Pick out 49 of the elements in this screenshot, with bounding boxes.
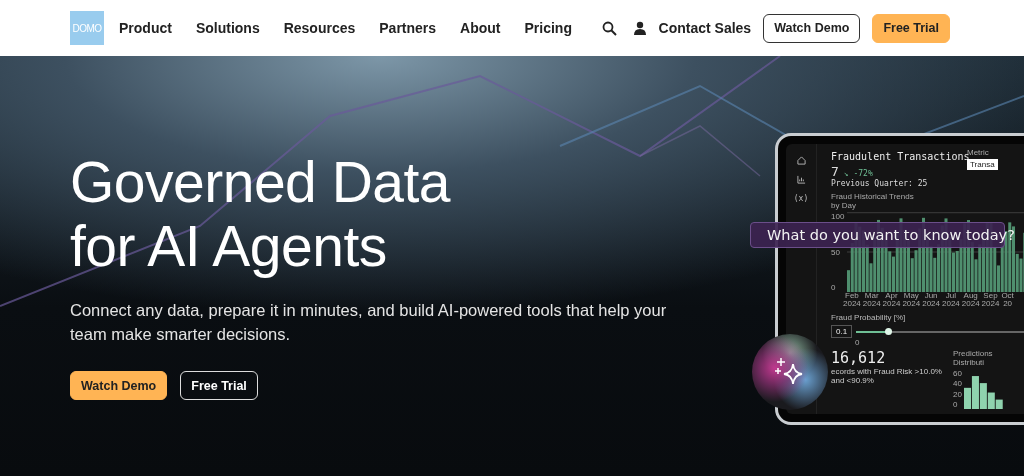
metric-label: Metric bbox=[967, 148, 989, 157]
contact-sales-link[interactable]: Contact Sales bbox=[658, 20, 752, 36]
nav-link[interactable]: Product bbox=[119, 20, 172, 36]
cta-button[interactable]: Watch Demo bbox=[70, 371, 168, 400]
nav-link[interactable]: Pricing bbox=[524, 20, 572, 36]
axis-label: 100 bbox=[831, 212, 845, 221]
nav-link[interactable]: About bbox=[460, 20, 501, 36]
change-value: ↘ -72% bbox=[843, 169, 873, 178]
metric-dropdown[interactable]: Transa bbox=[967, 159, 998, 170]
variable-icon[interactable]: (x) bbox=[793, 194, 809, 203]
slider-min-label: 0 bbox=[855, 338, 860, 347]
slider-label: Fraud Probability [%] bbox=[831, 313, 906, 322]
home-icon[interactable] bbox=[796, 156, 806, 165]
nav-link[interactable]: Partners bbox=[379, 20, 437, 36]
hero-heading: Governed Data for AI Agents bbox=[70, 150, 451, 278]
previous-quarter: Previous Quarter: 25 bbox=[831, 179, 928, 188]
distribution-title: Predictions Distributi bbox=[953, 349, 994, 367]
records-count: 16,612 bbox=[831, 349, 887, 367]
axis-label: Mar 2024 bbox=[862, 292, 881, 308]
axis-label: Jun 2024 bbox=[922, 292, 940, 308]
axis-label: Aug 2024 bbox=[961, 292, 980, 308]
nav-link[interactable]: Solutions bbox=[195, 20, 260, 36]
axis-label: 60 bbox=[953, 369, 962, 378]
axis-label: Jul 2024 bbox=[942, 292, 960, 308]
axis-label: 40 bbox=[953, 379, 962, 389]
axis-label: May 2024 bbox=[902, 292, 921, 308]
outline-button[interactable]: Free Trial bbox=[180, 371, 258, 400]
nav-link[interactable]: Resources bbox=[283, 20, 356, 36]
chart-title: Fraud Historical Trends bbox=[831, 192, 914, 201]
axis-label: Apr 2024 bbox=[882, 292, 901, 308]
chart-icon[interactable] bbox=[796, 175, 806, 184]
cta-button[interactable]: Free Trial bbox=[872, 13, 950, 43]
hero-subtitle: Connect any data, prepare it in minutes, and build AI-powered tools that help your team make smarter decisions. bbox=[70, 300, 668, 345]
axis-label: 0 bbox=[953, 400, 959, 409]
axis-label: Feb 2024 bbox=[843, 292, 861, 308]
axis-label: 50 bbox=[831, 247, 841, 257]
prompt-text: What do you want to know today? bbox=[767, 227, 1015, 243]
search-icon[interactable] bbox=[601, 20, 617, 36]
slider-thumb[interactable] bbox=[885, 327, 893, 335]
axis-label: 20 bbox=[953, 389, 962, 399]
axis-label: Sep 2024 bbox=[981, 292, 1000, 308]
records-caption: ecords with Fraud Risk >10.0% and <90.9% bbox=[831, 367, 943, 385]
axis-label: Oct 20 bbox=[1001, 292, 1014, 308]
chart-subtitle: by Day bbox=[831, 201, 856, 210]
user-icon[interactable] bbox=[632, 21, 647, 35]
outline-button[interactable]: Watch Demo bbox=[763, 13, 861, 43]
axis-label: 0 bbox=[831, 283, 837, 292]
metric-value: 7 bbox=[831, 164, 839, 179]
slider-input[interactable]: 0.1 bbox=[831, 325, 853, 338]
